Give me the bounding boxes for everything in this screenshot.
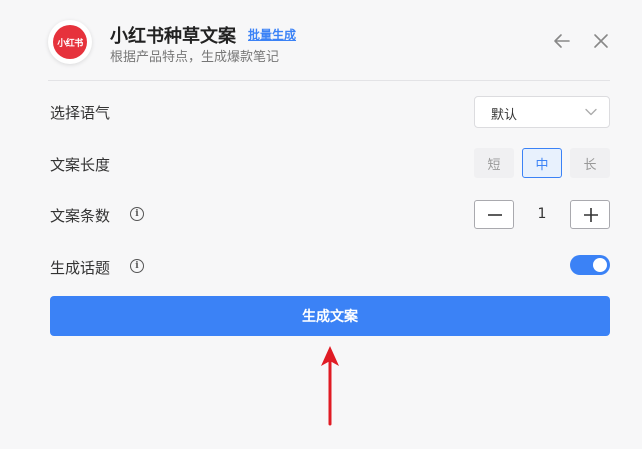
page-title: 小红书种草文案 [110,26,236,47]
panel-header: 小红书 小红书种草文案 批量生成 根据产品特点，生成爆款笔记 [0,0,642,82]
toggle-knob [593,258,607,272]
page-subtitle: 根据产品特点，生成爆款笔记 [110,50,280,65]
count-increment-button[interactable] [570,200,610,229]
chevron-down-icon [585,108,597,116]
minus-icon [488,214,502,216]
tone-select[interactable]: 默认 [474,96,610,128]
arrow-left-icon[interactable] [553,32,571,50]
length-label: 文案长度 [50,156,111,174]
info-icon[interactable]: i [130,207,144,221]
count-value: 1 [537,206,547,222]
count-decrement-button[interactable] [474,200,514,229]
info-icon[interactable]: i [130,259,144,273]
header-divider [48,80,610,81]
topic-toggle[interactable] [570,255,610,275]
close-icon[interactable] [592,32,610,50]
plus-icon [584,208,598,222]
xiaohongshu-logo-icon: 小红书 [53,25,87,59]
length-option-medium[interactable]: 中 [522,148,562,178]
app-logo: 小红书 [48,20,92,64]
red-arrow-up-icon [321,346,339,426]
tone-label: 选择语气 [50,104,111,122]
batch-generate-link[interactable]: 批量生成 [248,26,296,43]
length-option-long[interactable]: 长 [570,148,610,178]
count-label: 文案条数 [50,207,111,225]
topic-label: 生成话题 [50,259,111,277]
length-option-short[interactable]: 短 [474,148,514,178]
tone-select-value: 默认 [491,108,518,123]
generate-button[interactable]: 生成文案 [50,296,610,336]
